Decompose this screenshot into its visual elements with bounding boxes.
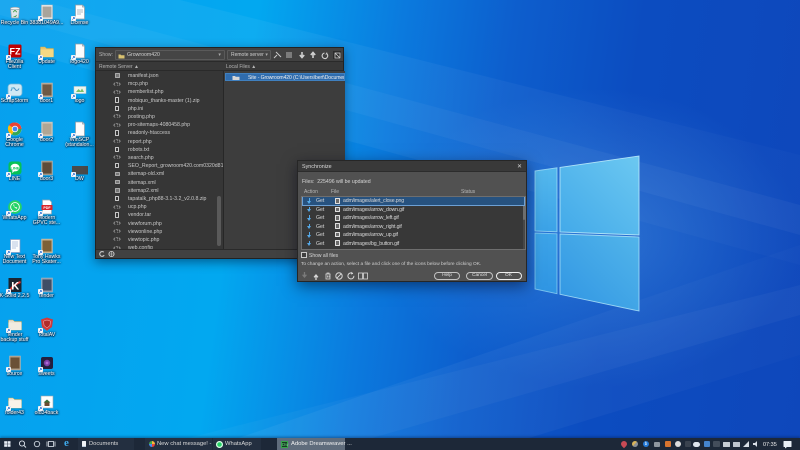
svg-text:PDF: PDF: [43, 206, 51, 210]
svg-text:K: K: [11, 281, 19, 293]
svg-text:LINE: LINE: [10, 165, 19, 170]
svg-text:FZ: FZ: [9, 47, 20, 57]
